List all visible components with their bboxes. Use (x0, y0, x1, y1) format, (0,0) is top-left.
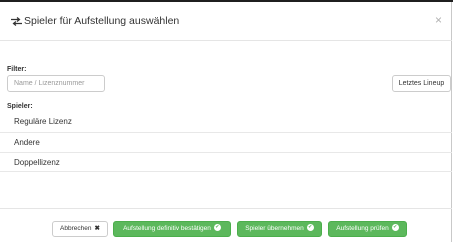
list-item-doppellizenz[interactable]: Doppellizenz (0, 152, 452, 172)
check-circle-icon: ✔ (391, 223, 399, 231)
modal-footer: Abbrechen ✖ Aufstellung definitiv bestäti… (0, 208, 452, 243)
last-lineup-button[interactable]: Letztes Lineup (392, 75, 451, 92)
filter-input[interactable] (7, 75, 105, 92)
cancel-button[interactable]: Abbrechen ✖ (52, 221, 108, 237)
modal-title: Spieler für Aufstellung auswählen (24, 15, 180, 27)
confirm-lineup-button[interactable]: Aufstellung definitiv bestätigen ✔ (113, 221, 231, 237)
check-label: Aufstellung prüfen (336, 225, 389, 232)
check-circle-icon: ✔ (306, 223, 314, 231)
check-circle-icon: ✔ (213, 223, 221, 231)
check-lineup-button[interactable]: Aufstellung prüfen ✔ (328, 221, 407, 237)
select-players-modal: Spieler für Aufstellung auswählen × Filt… (0, 2, 452, 242)
confirm-label: Aufstellung definitiv bestätigen (123, 225, 211, 232)
player-category-list: Reguläre Lizenz Andere Doppellizenz (0, 112, 452, 172)
modal-header: Spieler für Aufstellung auswählen × (0, 2, 452, 41)
players-label: Spieler: (7, 103, 33, 110)
take-over-players-button[interactable]: Spieler übernehmen ✔ (237, 221, 322, 237)
take-over-label: Spieler übernehmen (245, 225, 304, 232)
list-item-regulaere-lizenz[interactable]: Reguläre Lizenz (0, 112, 452, 132)
transfer-arrows-icon (11, 17, 22, 26)
times-icon: ✖ (94, 225, 100, 232)
list-item-andere[interactable]: Andere (0, 132, 452, 152)
filter-label: Filter: (7, 66, 27, 73)
cancel-label: Abbrechen (60, 225, 92, 232)
close-icon[interactable]: × (435, 14, 442, 26)
